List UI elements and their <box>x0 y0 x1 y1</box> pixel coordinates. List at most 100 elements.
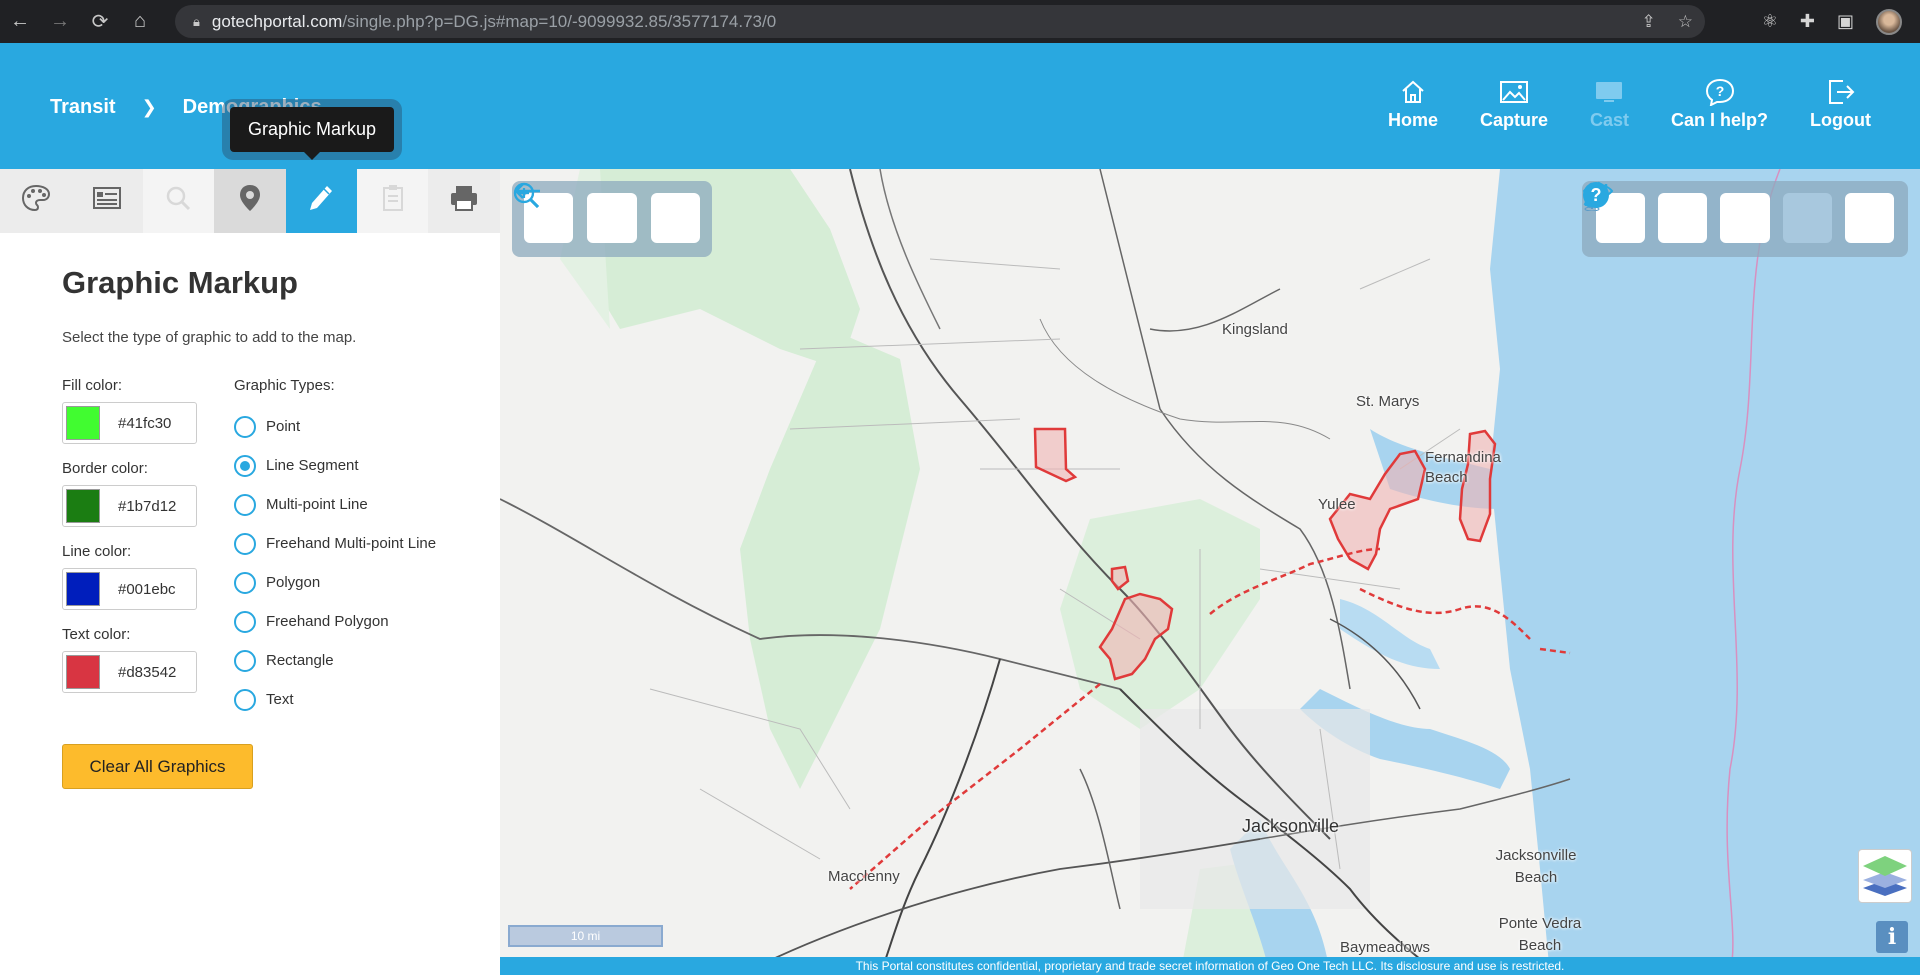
type-label: Point <box>266 418 301 435</box>
nav-capture-label: Capture <box>1479 110 1548 130</box>
radio-button[interactable] <box>234 610 256 633</box>
type-label: Freehand Multi-point Line <box>266 535 437 552</box>
text-color-value[interactable]: #d83542 <box>118 664 176 681</box>
svg-text:?: ? <box>1715 83 1724 99</box>
type-point-option[interactable]: Point <box>234 407 436 446</box>
radio-button[interactable] <box>234 415 256 438</box>
info-icon[interactable]: i <box>1876 921 1908 953</box>
radio-button[interactable] <box>234 571 256 594</box>
type-freehand-line-option[interactable]: Freehand Multi-point Line <box>234 524 436 563</box>
browser-toolbar: ← → ⟳ ⌂ 🔒︎ gotechportal.com/single.php?p… <box>0 0 1920 43</box>
header-nav: Home Capture Cast ? Can I help? Logout <box>1367 78 1892 131</box>
nav-cast-button[interactable]: Cast <box>1569 78 1650 131</box>
street-view-button[interactable] <box>1584 182 1832 243</box>
tab-location[interactable] <box>214 169 286 233</box>
forward-arrow-icon[interactable]: → <box>40 0 80 43</box>
scale-bar: 10 mi <box>508 925 663 947</box>
place-label: Macclenny <box>828 868 900 885</box>
refresh-button[interactable] <box>1584 183 1770 243</box>
logout-icon <box>1826 78 1856 106</box>
place-label: Kingsland <box>1222 321 1288 338</box>
border-color-group: Border color: #1b7d12 <box>62 460 197 527</box>
react-extension-icon[interactable]: ⚛ <box>1762 11 1778 32</box>
fill-color-swatch[interactable] <box>66 406 100 440</box>
nav-capture-button[interactable]: Capture <box>1459 78 1569 131</box>
place-label: Yulee <box>1318 496 1356 513</box>
tab-report[interactable] <box>356 169 429 233</box>
visibility-button[interactable] <box>1582 184 1708 243</box>
image-icon <box>1499 78 1529 106</box>
line-color-picker[interactable]: #001ebc <box>62 568 197 610</box>
side-panel-icon[interactable]: ▣ <box>1837 11 1854 32</box>
line-color-swatch[interactable] <box>66 572 100 606</box>
tab-search[interactable] <box>142 169 215 233</box>
text-color-picker[interactable]: #d83542 <box>62 651 197 693</box>
help-button[interactable]: ? <box>1583 182 1895 243</box>
layers-button[interactable] <box>1858 849 1912 903</box>
help-bubble-icon: ? <box>1705 78 1735 106</box>
type-rectangle-option[interactable]: Rectangle <box>234 641 436 680</box>
border-color-value[interactable]: #1b7d12 <box>118 498 176 515</box>
bookmark-star-icon[interactable]: ☆ <box>1678 12 1693 32</box>
back-arrow-icon[interactable]: ← <box>0 0 40 43</box>
type-multipoint-line-option[interactable]: Multi-point Line <box>234 485 436 524</box>
text-color-swatch[interactable] <box>66 655 100 689</box>
color-settings: Fill color: #41fc30 Border color: #1b7d1… <box>62 377 197 709</box>
nav-logout-button[interactable]: Logout <box>1789 78 1892 131</box>
zoom-in-button[interactable] <box>513 182 700 243</box>
type-text-option[interactable]: Text <box>234 680 436 719</box>
chevron-right-icon: ❯ <box>141 97 157 117</box>
radio-button[interactable] <box>234 532 256 555</box>
map-canvas[interactable]: Kingsland St. Marys Fernandina Beach Yul… <box>500 169 1920 975</box>
line-color-value[interactable]: #001ebc <box>118 581 176 598</box>
clear-all-graphics-button[interactable]: Clear All Graphics <box>62 744 253 789</box>
type-label: Polygon <box>266 574 321 591</box>
fill-color-picker[interactable]: #41fc30 <box>62 402 197 444</box>
profile-avatar[interactable] <box>1876 8 1902 35</box>
tab-legend[interactable] <box>71 169 143 233</box>
border-color-swatch[interactable] <box>66 489 100 523</box>
tab-palette[interactable] <box>0 169 72 233</box>
graphic-types: Graphic Types: Point Line Segment Multi-… <box>234 377 436 719</box>
tab-print[interactable] <box>428 169 500 233</box>
url-host: gotechportal.com <box>211 11 343 31</box>
line-color-label: Line color: <box>62 543 132 560</box>
map-pin-icon <box>239 184 261 219</box>
url-path: /single.php?p=DG.js#map=10/-9099932.85/3… <box>342 11 777 31</box>
type-label: Rectangle <box>266 652 334 669</box>
extensions-puzzle-icon[interactable]: ✚ <box>1800 11 1815 32</box>
type-line-segment-option[interactable]: Line Segment <box>234 446 436 485</box>
map-basemap <box>500 169 1920 975</box>
address-bar[interactable]: 🔒︎ gotechportal.com/single.php?p=DG.js#m… <box>175 5 1705 38</box>
printer-icon <box>449 184 479 219</box>
radio-button[interactable] <box>234 649 256 672</box>
fill-color-value[interactable]: #41fc30 <box>118 415 171 432</box>
sidebar-panel: Graphic Markup Select the type of graphi… <box>0 169 500 975</box>
border-color-picker[interactable]: #1b7d12 <box>62 485 197 527</box>
reload-icon[interactable]: ⟳ <box>80 0 120 43</box>
tab-graphic-markup[interactable] <box>285 169 357 233</box>
nav-help-button[interactable]: ? Can I help? <box>1650 78 1789 131</box>
home-browser-icon[interactable]: ⌂ <box>120 0 160 43</box>
place-label: Fernandina Beach <box>1425 449 1501 486</box>
breadcrumb-transit[interactable]: Transit <box>50 96 116 119</box>
nav-home-button[interactable]: Home <box>1367 78 1459 131</box>
radio-button[interactable] <box>234 688 256 711</box>
palette-icon <box>21 184 51 219</box>
type-label: Line Segment <box>266 457 359 474</box>
place-label: Baymeadows <box>1340 939 1431 956</box>
zoom-out-button[interactable] <box>513 182 637 243</box>
legend-icon <box>92 186 122 217</box>
type-polygon-option[interactable]: Polygon <box>234 563 436 602</box>
nav-logout-label: Logout <box>1810 110 1871 130</box>
search-icon <box>165 185 191 218</box>
pencil-icon <box>308 184 334 219</box>
text-color-group: Text color: #d83542 <box>62 626 197 693</box>
radio-button[interactable] <box>234 493 256 516</box>
place-label: Ponte Vedra Beach <box>1498 915 1582 954</box>
place-label: Jacksonville Beach <box>1495 847 1577 886</box>
nav-help-label: Can I help? <box>1671 110 1769 130</box>
radio-button-checked[interactable] <box>234 454 256 477</box>
type-freehand-polygon-option[interactable]: Freehand Polygon <box>234 602 436 641</box>
share-icon[interactable]: ⇪ <box>1642 12 1656 32</box>
